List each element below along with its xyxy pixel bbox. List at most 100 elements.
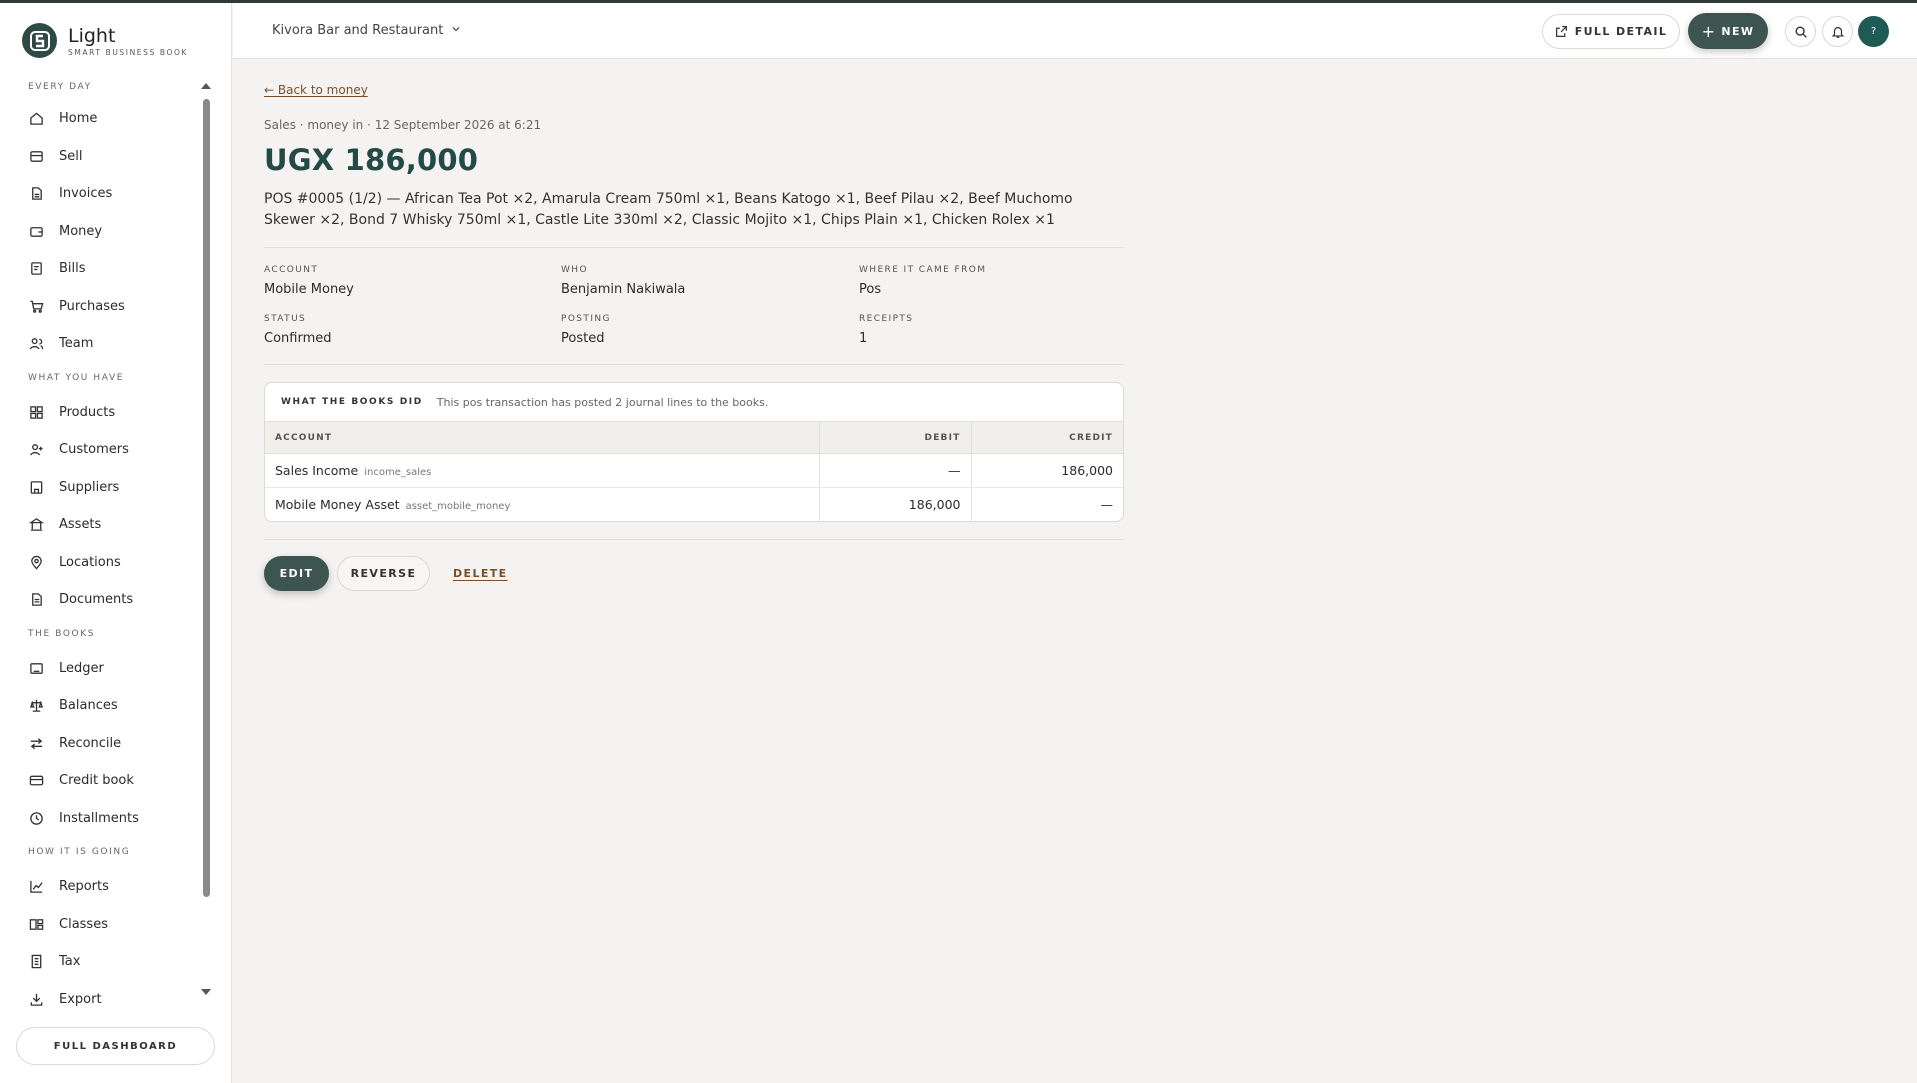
- receipt-icon: [28, 954, 44, 970]
- transaction-amount: UGX 186,000: [264, 143, 479, 177]
- sidebar-item-installments[interactable]: Installments: [15, 800, 209, 838]
- new-button[interactable]: + NEW: [1688, 13, 1768, 49]
- scale-icon: [28, 698, 44, 714]
- sidebar-item-locations[interactable]: Locations: [15, 544, 209, 582]
- sidebar-item-reconcile[interactable]: Reconcile: [15, 725, 209, 763]
- section-the-books: THE BOOKS: [28, 628, 96, 639]
- logo-icon: [22, 23, 57, 58]
- sidebar-item-team[interactable]: Team: [15, 325, 209, 363]
- debit-value: —: [818, 453, 971, 488]
- transaction-meta: Sales · money in · 12 September 2026 at …: [264, 118, 542, 132]
- sidebar-item-export[interactable]: Export: [15, 981, 209, 1012]
- field-label: STATUS: [264, 314, 307, 324]
- table-row: Mobile Money Asset asset_mobile_money 186…: [265, 487, 1123, 521]
- download-icon: [28, 991, 44, 1007]
- sidebar-item-label: Classes: [59, 916, 108, 932]
- brand-name: Light: [68, 24, 116, 47]
- sidebar-item-purchases[interactable]: Purchases: [15, 288, 209, 326]
- scroll-up-arrow[interactable]: [201, 83, 211, 89]
- sidebar-item-balances[interactable]: Balances: [15, 687, 209, 725]
- avatar[interactable]: ?: [1858, 16, 1889, 47]
- full-dashboard-button[interactable]: FULL DASHBOARD: [16, 1027, 215, 1065]
- field-receipts: RECEIPTS 1: [859, 314, 1139, 346]
- chevron-down-icon: [451, 23, 461, 38]
- sidebar-item-invoices[interactable]: Invoices: [15, 175, 209, 213]
- field-label: POSTING: [561, 314, 611, 324]
- sidebar-item-tax[interactable]: Tax: [15, 943, 209, 981]
- sidebar-item-label: Home: [59, 111, 98, 127]
- sidebar-item-label: Purchases: [59, 298, 125, 314]
- back-to-money-link[interactable]: ← Back to money: [264, 83, 368, 97]
- sidebar-item-home[interactable]: Home: [15, 100, 209, 138]
- sidebar-item-products[interactable]: Products: [15, 394, 209, 432]
- scrollbar-thumb[interactable]: [203, 99, 210, 897]
- transaction-description: POS #0005 (1/2) — African Tea Pot ×2, Am…: [264, 191, 1073, 228]
- journal-card-title: WHAT THE BOOKS DID: [281, 397, 423, 407]
- sidebar-item-sell[interactable]: Sell: [15, 138, 209, 176]
- sidebar-item-suppliers[interactable]: Suppliers: [15, 469, 209, 507]
- credit-card-icon: [28, 773, 44, 789]
- account-name: Mobile Money Asset: [275, 497, 400, 513]
- field-value: Posted: [561, 331, 605, 346]
- sidebar-item-credit-book[interactable]: Credit book: [15, 762, 209, 800]
- sidebar-item-assets[interactable]: Assets: [15, 506, 209, 544]
- sidebar: Light SMART BUSINESS BOOK EVERY DAY Home…: [0, 3, 232, 1083]
- credit-value: 186,000: [970, 453, 1123, 488]
- field-label: WHERE IT CAME FROM: [859, 265, 987, 275]
- sidebar-item-label: Bills: [59, 261, 86, 277]
- classes-icon: [28, 916, 44, 932]
- business-switcher[interactable]: Kivora Bar and Restaurant: [272, 23, 461, 38]
- building-icon: [28, 479, 44, 495]
- transaction-actions: EDIT REVERSE DELETE: [264, 556, 508, 591]
- field-who: WHO Benjamin Nakiwala: [561, 265, 841, 297]
- sidebar-item-bills[interactable]: Bills: [15, 250, 209, 288]
- cart-icon: [28, 298, 44, 314]
- account-code: asset_mobile_money: [405, 501, 511, 513]
- sidebar-item-label: Suppliers: [59, 479, 120, 495]
- wallet-icon: [28, 223, 44, 239]
- sidebar-item-label: Export: [59, 991, 102, 1007]
- sidebar-item-reports[interactable]: Reports: [15, 868, 209, 906]
- sidebar-item-label: Invoices: [59, 186, 113, 202]
- grid-icon: [28, 404, 44, 420]
- sidebar-item-ledger[interactable]: Ledger: [15, 650, 209, 688]
- field-value: Mobile Money: [264, 282, 354, 297]
- new-label: NEW: [1721, 24, 1755, 38]
- section-how-it-is-going: HOW IT IS GOING: [28, 847, 131, 857]
- column-header-credit: CREDIT: [970, 421, 1123, 454]
- sidebar-item-label: Assets: [59, 517, 102, 533]
- field-label: ACCOUNT: [264, 265, 319, 275]
- column-header-account: ACCOUNT: [265, 421, 819, 454]
- delete-button[interactable]: DELETE: [453, 567, 508, 580]
- sidebar-item-label: Team: [59, 336, 94, 352]
- edit-button[interactable]: EDIT: [264, 556, 329, 591]
- sidebar-item-label: Reconcile: [59, 735, 122, 751]
- reverse-button[interactable]: REVERSE: [337, 556, 430, 591]
- ledger-icon: [28, 660, 44, 676]
- field-account: ACCOUNT Mobile Money: [264, 265, 544, 297]
- field-status: STATUS Confirmed: [264, 314, 544, 346]
- sidebar-item-label: Sell: [59, 148, 83, 164]
- column-header-debit: DEBIT: [818, 421, 971, 454]
- full-detail-button[interactable]: FULL DETAIL: [1542, 14, 1680, 49]
- journal-card-note: This pos transaction has posted 2 journa…: [436, 395, 769, 409]
- sidebar-scrollbar[interactable]: [200, 99, 210, 899]
- sidebar-item-documents[interactable]: Documents: [15, 581, 209, 619]
- sidebar-item-money[interactable]: Money: [15, 213, 209, 251]
- sidebar-item-label: Customers: [59, 442, 129, 458]
- sidebar-item-customers[interactable]: Customers: [15, 431, 209, 469]
- search-button[interactable]: [1785, 16, 1816, 47]
- field-posting: POSTING Posted: [561, 314, 841, 346]
- sidebar-item-classes[interactable]: Classes: [15, 906, 209, 944]
- brand[interactable]: Light SMART BUSINESS BOOK: [22, 23, 188, 58]
- pin-icon: [28, 554, 44, 570]
- clock-icon: [28, 810, 44, 826]
- sidebar-item-label: Products: [59, 404, 116, 420]
- scroll-down-arrow[interactable]: [201, 989, 211, 995]
- sidebar-item-label: Money: [59, 223, 103, 239]
- home-icon: [28, 111, 44, 127]
- journal-lines-card: WHAT THE BOOKS DID This pos transaction …: [264, 382, 1124, 522]
- notifications-button[interactable]: [1822, 16, 1853, 47]
- journal-table: ACCOUNT DEBIT CREDIT Sales Income income_…: [265, 421, 1123, 521]
- field-source: WHERE IT CAME FROM Pos: [859, 265, 1139, 297]
